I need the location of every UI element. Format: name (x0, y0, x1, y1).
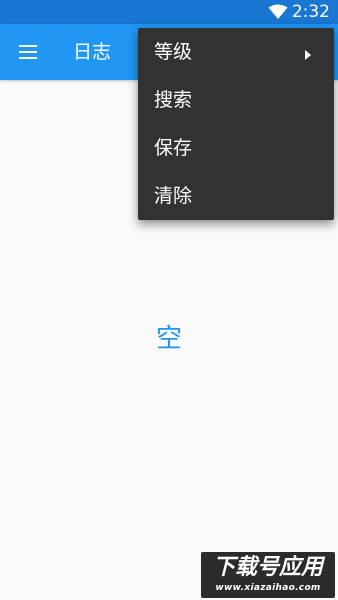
menu-item-search[interactable]: 搜索 (138, 76, 334, 124)
menu-item-label: 保存 (154, 137, 193, 159)
menu-item-label: 清除 (154, 185, 193, 207)
menu-item-level[interactable]: 等级 (138, 28, 334, 76)
menu-item-label: 等级 (154, 41, 193, 63)
overflow-popup-menu: 等级 搜索 保存 清除 (138, 28, 334, 220)
menu-item-label: 搜索 (154, 89, 193, 111)
watermark-url: www.xiazaihao.com (215, 583, 321, 593)
watermark-title: 下载号应用 (212, 555, 323, 580)
submenu-arrow-icon (304, 46, 312, 60)
watermark-logo: 下载号应用 www.xiazaihao.com (201, 552, 335, 598)
wifi-icon (268, 4, 288, 20)
page-title: 日志 (73, 41, 112, 63)
empty-state-text: 空 (155, 324, 182, 354)
status-bar: 2:32 (0, 0, 338, 24)
menu-item-clear[interactable]: 清除 (138, 172, 334, 220)
status-time: 2:32 (291, 2, 330, 22)
hamburger-menu-icon[interactable] (12, 36, 44, 68)
menu-item-save[interactable]: 保存 (138, 124, 334, 172)
